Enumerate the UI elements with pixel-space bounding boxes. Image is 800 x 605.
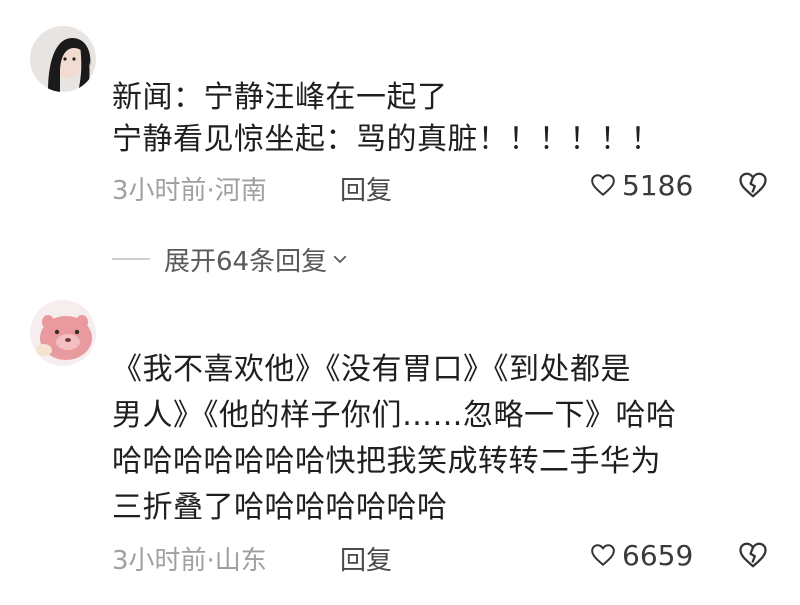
like-button[interactable]: 6659 <box>590 538 693 572</box>
expand-replies-button[interactable]: 展开64条回复 <box>112 242 349 277</box>
like-count: 6659 <box>622 538 694 572</box>
reply-button[interactable]: 回复 <box>340 170 392 207</box>
like-button[interactable]: 5186 <box>590 168 693 202</box>
avatar-photo-icon <box>30 26 96 92</box>
expand-replies-label: 展开64条回复 <box>164 246 328 277</box>
divider-line <box>112 258 150 260</box>
comment-time-location: 3小时前·河南 <box>112 176 267 206</box>
comment-text-line: 三折叠了哈哈哈哈哈哈哈 <box>112 490 448 525</box>
broken-heart-icon <box>739 542 767 568</box>
comment-text-line: 哈哈哈哈哈哈哈快把我笑成转转二手华为 <box>112 444 661 479</box>
like-count: 5186 <box>622 168 694 202</box>
heart-outline-icon <box>591 174 615 196</box>
avatar-cartoon-icon <box>30 300 96 366</box>
heart-outline-icon <box>591 544 615 566</box>
comment-text-line: 新闻：宁静汪峰在一起了 <box>112 80 448 115</box>
comment-text-line: 宁静看见惊坐起：骂的真脏！！！！！！ <box>112 122 661 157</box>
broken-heart-icon <box>739 172 767 198</box>
comment-text-line: 男人》《他的样子你们……忽略一下》哈哈 <box>112 398 677 433</box>
user-avatar[interactable] <box>30 26 96 92</box>
reply-button[interactable]: 回复 <box>340 540 392 577</box>
chevron-down-icon <box>333 255 347 263</box>
dislike-button[interactable] <box>738 540 768 570</box>
dislike-button[interactable] <box>738 170 768 200</box>
comment-time-location: 3小时前·山东 <box>112 546 267 576</box>
comment-text-line: 《我不喜欢他》《没有胃口》《到处都是 <box>112 352 631 387</box>
user-avatar[interactable] <box>30 300 96 366</box>
